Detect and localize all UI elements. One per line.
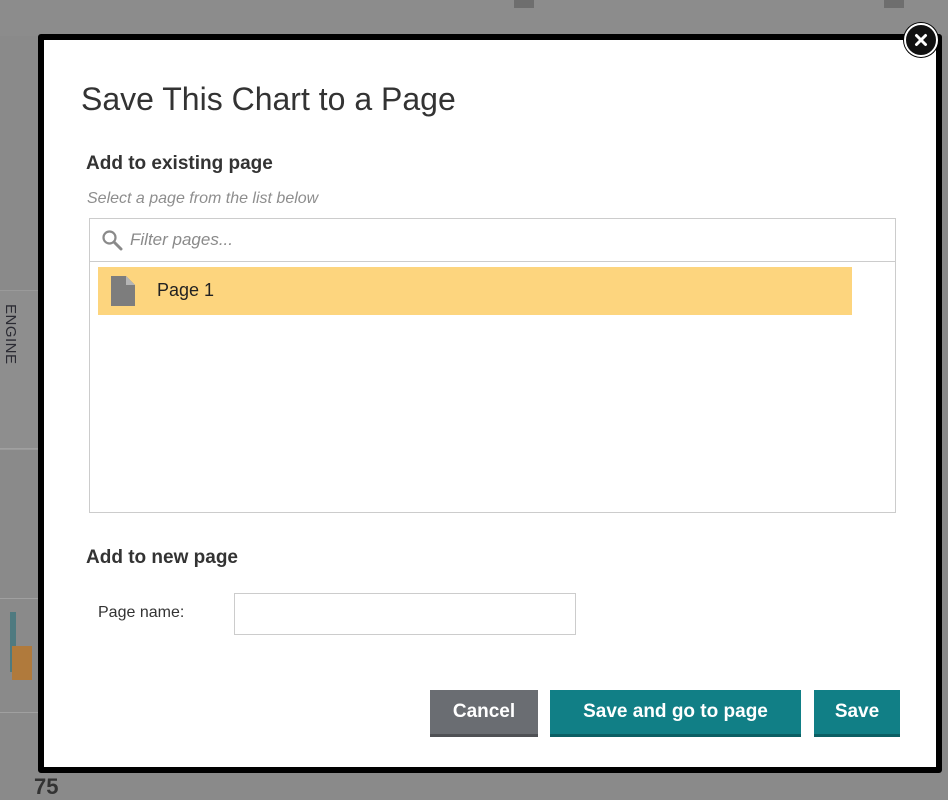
search-icon <box>102 230 123 251</box>
page-list-item[interactable]: Page 1 <box>98 267 852 315</box>
page-icon <box>111 276 135 306</box>
existing-page-heading: Add to existing page <box>86 153 273 174</box>
save-and-go-button[interactable]: Save and go to page <box>550 690 801 737</box>
background-footer <box>0 770 948 792</box>
close-icon <box>915 34 927 46</box>
background-divider <box>0 598 38 599</box>
cancel-button[interactable]: Cancel <box>430 690 538 737</box>
background-vertical-label: ENGINE <box>2 304 19 365</box>
filter-row <box>90 219 895 262</box>
background-toolbar-mark <box>884 0 904 8</box>
background-divider <box>0 712 38 713</box>
background-value: 75 <box>34 774 59 799</box>
new-page-heading: Add to new page <box>86 547 238 568</box>
page-name-input[interactable] <box>234 593 576 635</box>
close-button[interactable] <box>904 23 938 57</box>
background-chart-bar <box>12 646 32 680</box>
dialog-title: Save This Chart to a Page <box>81 81 456 117</box>
existing-page-hint: Select a page from the list below <box>87 190 319 207</box>
filter-pages-input[interactable] <box>130 227 870 253</box>
background-divider <box>0 448 38 449</box>
save-chart-dialog: Save This Chart to a Page Add to existin… <box>38 34 942 773</box>
page-list-item-label: Page 1 <box>157 280 215 300</box>
page-name-label: Page name: <box>98 604 185 621</box>
background-toolbar-mark <box>514 0 534 8</box>
save-button[interactable]: Save <box>814 690 900 737</box>
page-list: Page 1 <box>89 218 896 513</box>
background-toolbar <box>0 0 948 36</box>
